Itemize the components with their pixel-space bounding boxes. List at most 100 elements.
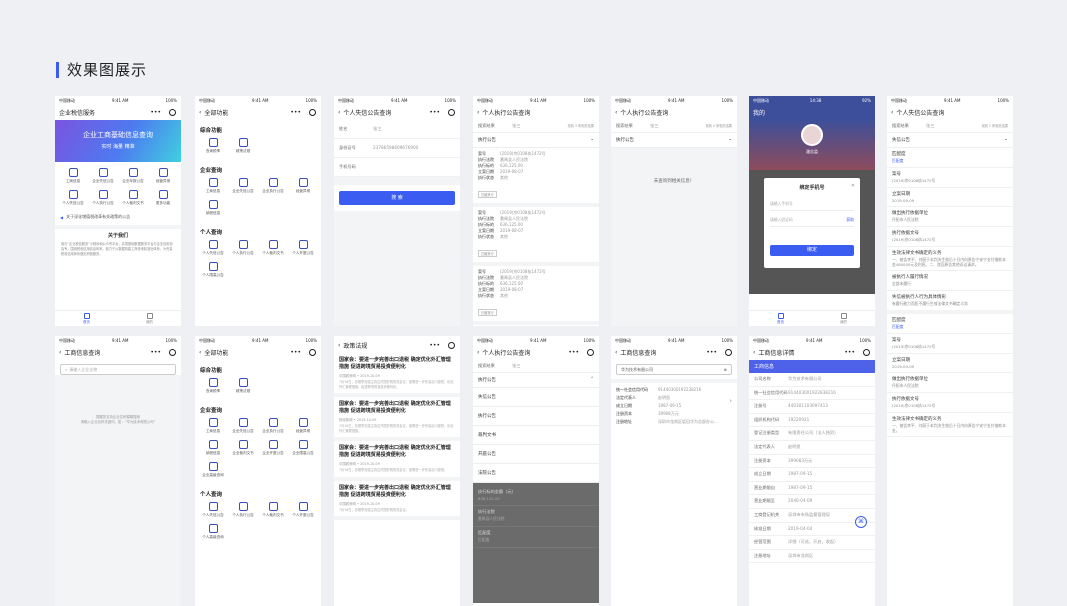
category-option[interactable]: 法院公告 — [473, 464, 599, 483]
capsule-close-icon[interactable] — [448, 342, 455, 349]
function-item[interactable]: 政策法规 — [228, 138, 258, 154]
close-icon[interactable]: ✕ — [851, 183, 855, 189]
category-option[interactable]: 开庭公告 — [473, 445, 599, 464]
function-item[interactable]: 个人执行公告 — [88, 190, 118, 206]
category-select[interactable]: 执行公告 ⌃ — [473, 373, 599, 388]
function-item[interactable]: 企业执行公告 — [258, 178, 288, 194]
capsule-close-icon[interactable] — [309, 109, 316, 116]
news-item[interactable]: 国家会：要进一步完善出口退税 确定优化外汇管理措施 促进跨境贸易投资便利化 财经新… — [334, 397, 460, 441]
company-card[interactable]: 统一社会信用代码 91440300192238216 法定代表人 赵明思 成立日期 198… — [611, 383, 737, 429]
function-item[interactable]: 经营异常 — [288, 178, 318, 194]
back-icon[interactable]: ‹ — [615, 109, 617, 116]
back-icon[interactable]: ‹ — [891, 109, 893, 116]
more-icon[interactable]: ••• — [150, 349, 161, 356]
function-item[interactable]: 查询税率 — [198, 138, 228, 154]
capsule-close-icon[interactable] — [725, 349, 732, 356]
function-item[interactable]: 查询税率 — [198, 378, 228, 394]
banner[interactable]: 企业工商基础信息查询 实时 海量 精准 — [55, 120, 181, 162]
back-icon[interactable]: ‹ — [59, 349, 61, 356]
function-item[interactable]: 工商信息 — [58, 168, 88, 184]
function-item[interactable]: 企业失信公告 — [88, 168, 118, 184]
function-item[interactable]: 企业裁判文书 — [228, 440, 258, 456]
function-item[interactable]: 企业限高公告 — [288, 440, 318, 456]
news-item[interactable]: 国家会：要进一步完善出口退税 确定优化外汇管理措施 促进跨境贸易投资便利化 中国政… — [334, 353, 460, 397]
more-icon[interactable]: ••• — [290, 349, 301, 356]
more-icon[interactable]: ••• — [290, 109, 301, 116]
news-item[interactable]: 国家会：要进一步完善出口退税 确定优化外汇管理措施 促进跨境贸易投资便利化 中国政… — [334, 441, 460, 481]
function-item[interactable]: 企业失信公告 — [228, 418, 258, 434]
function-item[interactable]: 个人失信公告 — [198, 240, 228, 256]
get-code-button[interactable]: 获取 — [846, 217, 854, 223]
function-item[interactable]: 个人高级查询 — [198, 524, 228, 540]
bind-button[interactable]: 绑定 — [770, 245, 854, 256]
clear-icon[interactable]: ⊗ — [724, 367, 727, 372]
capsule-close-icon[interactable] — [448, 109, 455, 116]
function-item[interactable]: 纳税信息 — [198, 440, 228, 456]
tab-home[interactable]: 首页 — [777, 312, 784, 325]
function-item[interactable]: 个人裁判文书 — [258, 240, 288, 256]
function-item[interactable]: 政策法规 — [228, 378, 258, 394]
back-icon[interactable]: ‹ — [338, 342, 340, 349]
avatar[interactable] — [801, 124, 823, 146]
back-icon[interactable]: ‹ — [615, 349, 617, 356]
function-item[interactable]: 纳税信息 — [198, 200, 228, 216]
more-icon[interactable]: ••• — [429, 109, 440, 116]
function-item[interactable]: 个人开庭公告 — [288, 502, 318, 518]
function-item[interactable]: 企业失信公告 — [228, 178, 258, 194]
capsule-close-icon[interactable] — [587, 349, 594, 356]
result-card[interactable]: 案号 (2019)京0108执1472号 执行法院 番禺县人民法院 执行标的 636,12… — [473, 207, 599, 266]
phone-value[interactable] — [373, 158, 455, 176]
more-icon[interactable]: ••• — [150, 109, 161, 116]
function-item[interactable]: 个人执行公告 — [228, 240, 258, 256]
capsule-close-icon[interactable] — [169, 109, 176, 116]
float-share-icon[interactable]: ⌘ — [855, 516, 867, 528]
more-icon[interactable]: ••• — [568, 349, 579, 356]
more-icon[interactable]: ••• — [706, 349, 717, 356]
function-item[interactable]: 企业执行公告 — [258, 418, 288, 434]
function-item[interactable]: 企业高级查询 — [198, 462, 228, 478]
category-option[interactable]: 执行公告 — [473, 407, 599, 426]
function-item[interactable]: 个人裁判文书 — [118, 190, 148, 206]
function-item[interactable]: 个人执行公告 — [228, 502, 258, 518]
function-item[interactable]: 个人限高公告 — [198, 262, 228, 278]
phone-field[interactable]: 手机号码 — [334, 158, 460, 177]
news-item[interactable]: 国家会：要进一步完善出口退税 确定优化外汇管理措施 促进跨境贸易投资便利化 中国政… — [334, 481, 460, 520]
name-field[interactable]: 姓名 张三 — [334, 120, 460, 139]
capsule-close-icon[interactable] — [309, 349, 316, 356]
back-icon[interactable]: ‹ — [477, 349, 479, 356]
more-icon[interactable]: ••• — [429, 342, 440, 349]
back-icon[interactable]: ‹ — [338, 109, 340, 116]
function-item[interactable]: 个人裁判文书 — [258, 502, 288, 518]
function-item[interactable]: 经营异常 — [288, 418, 318, 434]
function-item[interactable]: 企业年报公告 — [118, 168, 148, 184]
search-input[interactable]: ⌕ 请输入企业全称 — [60, 364, 176, 375]
more-icon[interactable]: ••• — [844, 349, 855, 356]
function-item[interactable]: 工商信息 — [198, 418, 228, 434]
back-icon[interactable]: ‹ — [199, 109, 201, 116]
function-item[interactable]: 个人失信公告 — [198, 502, 228, 518]
id-value[interactable]: 23786598609676900 — [373, 139, 455, 157]
id-field[interactable]: 身份证号 23786598609676900 — [334, 139, 460, 158]
category-option[interactable]: 裁判文书 — [473, 426, 599, 445]
result-card[interactable]: 案号 (2019)京0108执1472号 执行法院 番禺县人民法院 执行标的 636,12… — [473, 148, 599, 207]
category-select[interactable]: 执行公告 ⌄ — [473, 133, 599, 148]
function-item[interactable]: 更多功能 — [148, 190, 178, 206]
search-button[interactable]: 搜 索 — [339, 191, 455, 205]
search-input[interactable]: 华为技术有限公司 ⊗ — [616, 364, 732, 375]
back-icon[interactable]: ‹ — [199, 349, 201, 356]
category-select[interactable]: 失信公告 ⌄ — [887, 133, 1013, 148]
result-card[interactable]: 案号 (2019)京0108执1472号 执行法院 番禺县人民法院 执行标的 636,12… — [473, 266, 599, 325]
back-icon[interactable]: ‹ — [477, 109, 479, 116]
capsule-close-icon[interactable] — [169, 349, 176, 356]
category-select[interactable]: 执行公告 ⌄ — [611, 133, 737, 148]
code-input[interactable]: 请输入验证码 — [770, 217, 846, 223]
back-icon[interactable]: ‹ — [753, 349, 755, 356]
tab-mine[interactable]: 我的 — [840, 312, 847, 325]
function-item[interactable]: 个人开庭公告 — [288, 240, 318, 256]
capsule-close-icon[interactable] — [863, 349, 870, 356]
function-item[interactable]: 工商信息 — [198, 178, 228, 194]
function-item[interactable]: 个人失信公告 — [58, 190, 88, 206]
category-option[interactable]: 失信公告 — [473, 388, 599, 407]
name-value[interactable]: 张三 — [373, 120, 455, 138]
tab-mine[interactable]: 我的 — [146, 312, 153, 325]
